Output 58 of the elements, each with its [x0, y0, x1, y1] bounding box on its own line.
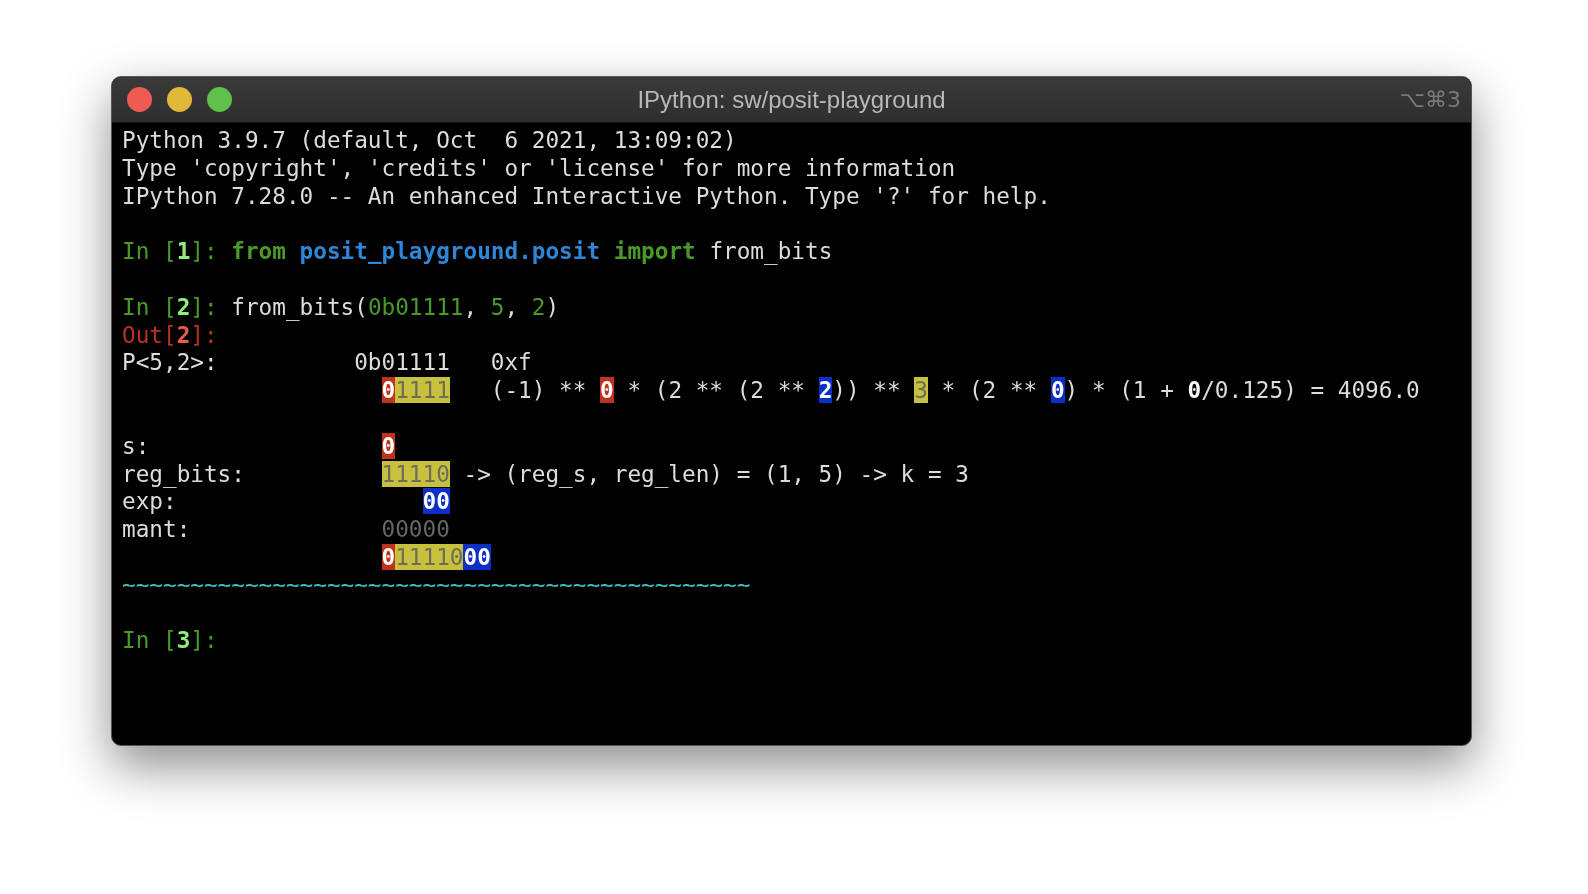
output-prompt: ]: [190, 321, 218, 348]
terminal-text: IPython 7.28.0 -- An enhanced Interactive Python. Type '?' for help. [122, 182, 1051, 209]
prompt-text: In [ [122, 293, 177, 320]
keyword-text: from [231, 238, 286, 265]
terminal-text: )) ** [832, 377, 902, 404]
exponent-bits: 2 [818, 377, 833, 404]
terminal-text: from_bits( [231, 293, 368, 320]
terminal-text: Type 'copyright', 'credits' or 'license' for more information [122, 154, 956, 181]
number-literal: 5 [490, 293, 505, 320]
terminal-text: * (2 ** (2 ** [626, 377, 806, 404]
module-name: posit_playground.posit [298, 238, 601, 265]
prompt-number: 1 [176, 238, 191, 265]
sign-bit: 0 [381, 377, 396, 404]
prompt-number: 2 [176, 293, 191, 320]
output-prompt: Out[ [122, 321, 177, 348]
regime-bits: 1111 [395, 377, 450, 404]
terminal-text: * (2 ** [940, 377, 1039, 404]
minimize-button[interactable] [167, 87, 192, 112]
prompt-number: 3 [176, 627, 191, 654]
field-label: reg_bits: [122, 460, 246, 489]
window-title: IPython: sw/posit-playground [637, 85, 946, 114]
separator-line: ~~~~~~~~~~~~~~~~~~~~~~~~~~~~~~~~~~~~~~~~~~~~~~ [122, 571, 751, 598]
terminal-text: , [463, 293, 479, 320]
terminal-text: (-1) ** [489, 377, 588, 404]
terminal-text: Python 3.9.7 (default, Oct 6 2021, 13:09:02) [122, 127, 737, 153]
prompt-text: ]: [190, 293, 219, 320]
field-label: exp: [122, 488, 178, 517]
field-label: mant: [122, 516, 192, 544]
terminal-text: ) [545, 293, 560, 320]
mantissa-bits: 00000 [381, 516, 450, 543]
prompt-text: ]: [190, 238, 219, 265]
regime-bits: 11110 [381, 460, 450, 487]
sign-bit: 0 [600, 377, 614, 404]
output-number: 2 [176, 321, 191, 348]
number-literal: 0b01111 [367, 293, 464, 320]
zoom-button[interactable] [207, 87, 232, 112]
prompt-text: In [ [122, 627, 177, 654]
terminal-text: , [504, 293, 520, 320]
field-label: s: [122, 432, 151, 461]
terminal-text: -> (reg_s, reg_len) = (1, 5) -> k = 3 [462, 460, 969, 487]
sign-bit: 0 [381, 432, 396, 459]
terminal-text: from_bits [708, 238, 833, 265]
regime-bits: 3 [914, 377, 928, 404]
sign-bit: 0 [381, 543, 396, 570]
terminal-text: ) * (1 + [1064, 377, 1175, 404]
keyboard-shortcut: ⌥⌘3 [1399, 87, 1462, 112]
prompt-text: ]: [190, 627, 218, 654]
exponent-bits: 00 [422, 488, 450, 515]
exponent-bits: 0 [1050, 377, 1065, 404]
number-literal: 2 [531, 293, 546, 320]
keyword-text: import [612, 238, 696, 265]
exponent-bits: 00 [463, 543, 491, 570]
mantissa-bit: 0 [1187, 377, 1202, 404]
close-button[interactable] [127, 87, 152, 112]
prompt-text: In [ [122, 238, 177, 265]
terminal-text: /0.125) = 4096.0 [1201, 377, 1420, 404]
regime-bits: 11110 [395, 543, 464, 570]
terminal-text: P<5,2>: 0b01111 0xf [122, 349, 532, 376]
